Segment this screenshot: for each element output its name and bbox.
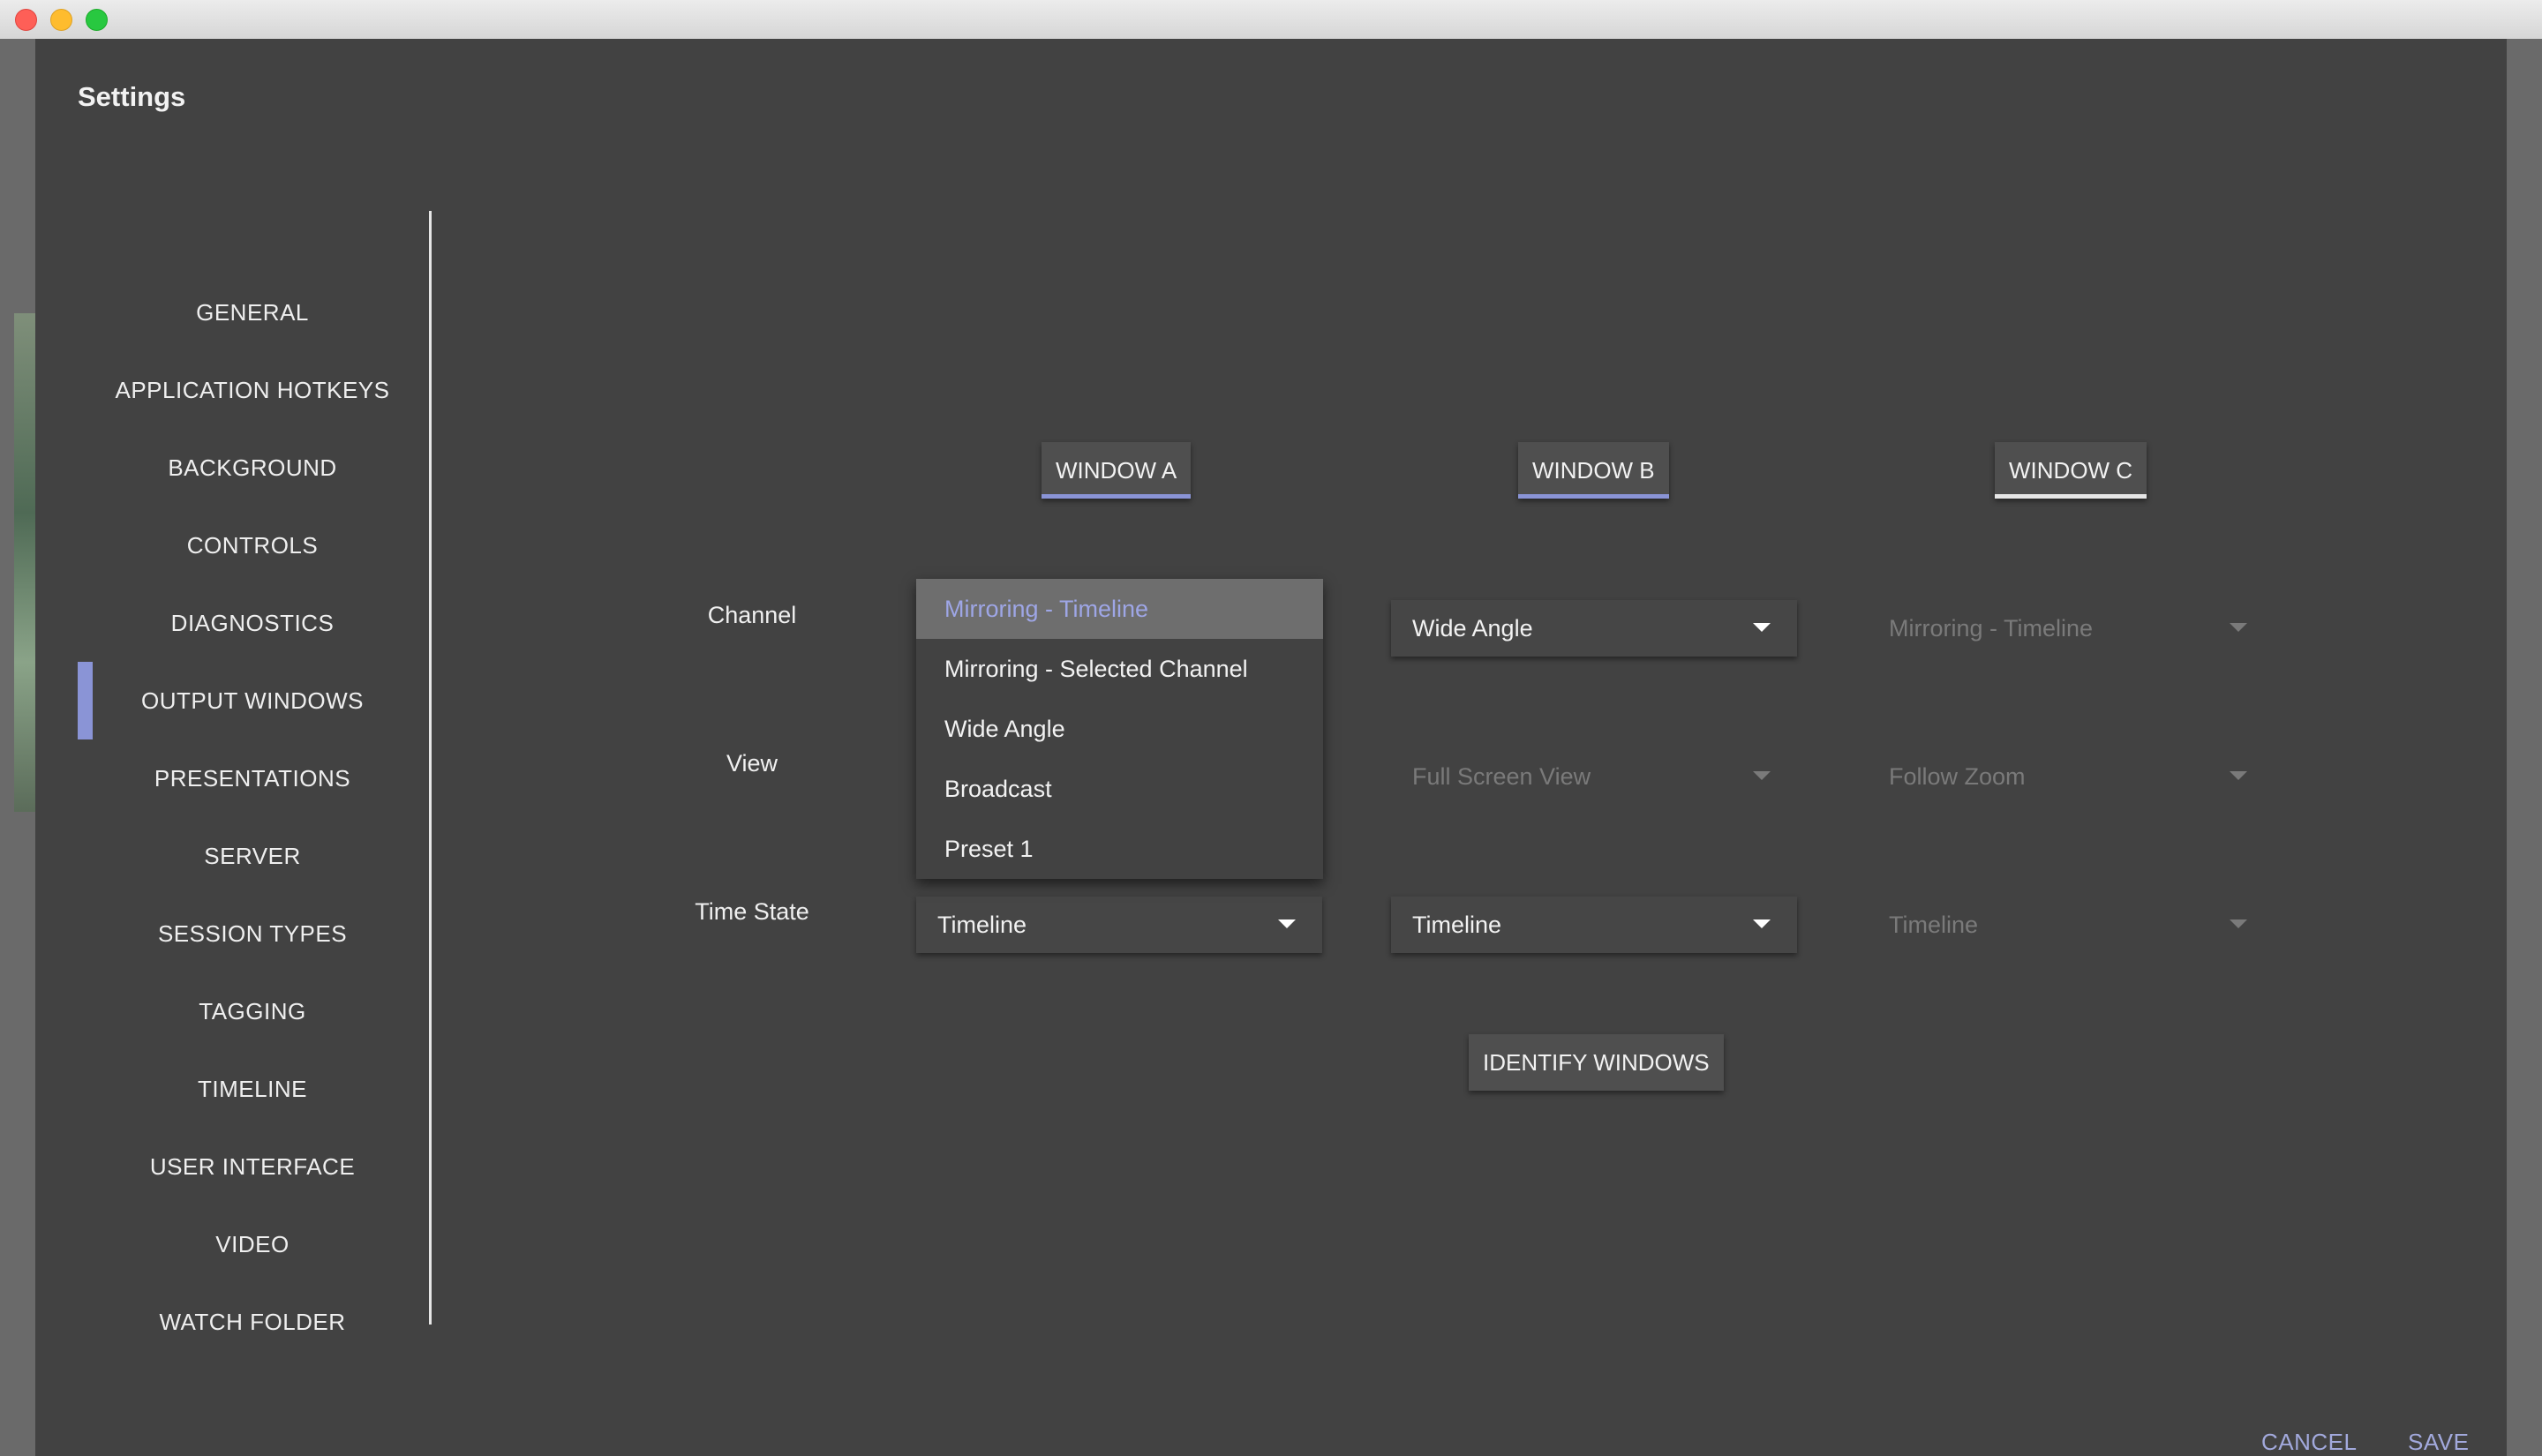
- chevron-down-icon: [2230, 771, 2247, 780]
- chevron-down-icon: [1753, 623, 1771, 632]
- nav-item-server[interactable]: SERVER: [78, 817, 427, 895]
- nav-item-user-interface[interactable]: USER INTERFACE: [78, 1128, 427, 1205]
- nav-item-general[interactable]: GENERAL: [78, 274, 427, 351]
- window-b-time-state-value: Timeline: [1412, 912, 1502, 938]
- dropdown-option-preset-1[interactable]: Preset 1: [916, 819, 1323, 879]
- window-b-time-state-select[interactable]: Timeline: [1391, 897, 1797, 953]
- window-b-view-value: Full Screen View: [1412, 763, 1591, 790]
- cancel-button[interactable]: CANCEL: [2261, 1429, 2357, 1456]
- tab-window-b[interactable]: WINDOW B: [1518, 442, 1669, 499]
- chevron-down-icon: [1278, 919, 1296, 928]
- dropdown-option-mirroring-timeline[interactable]: Mirroring - Timeline: [916, 579, 1323, 639]
- window-a-channel-dropdown: Mirroring - Timeline Mirroring - Selecte…: [916, 579, 1323, 879]
- nav-item-session-types[interactable]: SESSION TYPES: [78, 895, 427, 972]
- view-label: View: [726, 750, 778, 777]
- nav-item-presentations[interactable]: PRESENTATIONS: [78, 739, 427, 817]
- background-right-panel: [2507, 39, 2542, 1456]
- nav-item-timeline[interactable]: TIMELINE: [78, 1050, 427, 1128]
- channel-label: Channel: [707, 602, 797, 628]
- nav-item-video[interactable]: VIDEO: [78, 1205, 427, 1283]
- dropdown-option-wide-angle[interactable]: Wide Angle: [916, 699, 1323, 759]
- close-window-button[interactable]: [15, 9, 37, 31]
- window-c-channel-value: Mirroring - Timeline: [1889, 615, 2094, 642]
- window-a-time-state-select[interactable]: Timeline: [916, 897, 1322, 953]
- window-c-time-state-select[interactable]: Timeline: [1868, 897, 2274, 953]
- save-button[interactable]: SAVE: [2408, 1429, 2469, 1456]
- window-c-view-value: Follow Zoom: [1889, 763, 2026, 790]
- window-c-time-state-value: Timeline: [1889, 912, 1979, 938]
- window-b-view-select[interactable]: Full Screen View: [1391, 748, 1797, 805]
- nav-item-output-windows[interactable]: OUTPUT WINDOWS: [78, 662, 427, 739]
- tab-window-c[interactable]: WINDOW C: [1995, 442, 2147, 499]
- window-a-time-state-value: Timeline: [937, 912, 1027, 938]
- window-b-channel-value: Wide Angle: [1412, 615, 1533, 642]
- nav-item-application-hotkeys[interactable]: APPLICATION HOTKEYS: [78, 351, 427, 429]
- identify-windows-button[interactable]: IDENTIFY WINDOWS: [1469, 1034, 1724, 1091]
- nav-item-controls[interactable]: CONTROLS: [78, 507, 427, 584]
- dropdown-option-broadcast[interactable]: Broadcast: [916, 759, 1323, 819]
- nav-item-background[interactable]: BACKGROUND: [78, 429, 427, 507]
- window-titlebar: [0, 0, 2542, 40]
- window-b-channel-select[interactable]: Wide Angle: [1391, 600, 1797, 657]
- dialog-title: Settings: [78, 81, 186, 112]
- chevron-down-icon: [2230, 919, 2247, 928]
- nav-item-tagging[interactable]: TAGGING: [78, 972, 427, 1050]
- window-c-view-select[interactable]: Follow Zoom: [1868, 748, 2274, 805]
- background-video-thumbnail: [14, 313, 35, 812]
- chevron-down-icon: [1753, 919, 1771, 928]
- window-c-channel-select[interactable]: Mirroring - Timeline: [1868, 600, 2274, 657]
- settings-dialog: Settings GENERAL APPLICATION HOTKEYS BAC…: [35, 39, 2507, 1456]
- time-state-label: Time State: [695, 898, 809, 925]
- nav-item-watch-folder[interactable]: WATCH FOLDER: [78, 1283, 427, 1361]
- maximize-window-button[interactable]: [86, 9, 108, 31]
- settings-nav: GENERAL APPLICATION HOTKEYS BACKGROUND C…: [78, 274, 427, 1361]
- nav-divider: [429, 211, 432, 1325]
- chevron-down-icon: [2230, 623, 2247, 632]
- tab-window-a[interactable]: WINDOW A: [1042, 442, 1192, 499]
- minimize-window-button[interactable]: [50, 9, 72, 31]
- nav-item-diagnostics[interactable]: DIAGNOSTICS: [78, 584, 427, 662]
- chevron-down-icon: [1753, 771, 1771, 780]
- dropdown-option-mirroring-selected-channel[interactable]: Mirroring - Selected Channel: [916, 639, 1323, 699]
